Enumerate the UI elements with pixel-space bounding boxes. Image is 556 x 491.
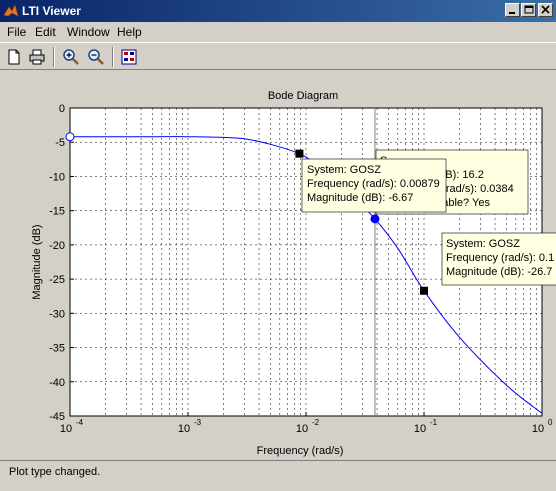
y-tick-label: -20 [49,240,65,252]
menu-file[interactable]: File [7,25,26,39]
y-tick-label: -35 [49,343,65,355]
zoom-in-icon[interactable] [61,47,81,67]
toolbar-separator [53,47,55,67]
datatip-line: Magnitude (dB): -26.7 [446,266,552,278]
y-tick-label: -5 [55,137,65,149]
menu-window[interactable]: Window [67,25,110,39]
print-icon[interactable] [27,47,47,67]
y-tick-label: -25 [49,274,65,286]
minimize-button[interactable] [505,3,520,17]
datatip-line: System: GOSZ [307,164,381,176]
y-axis-label: Magnitude (dB) [31,224,43,299]
menu-edit[interactable]: Edit [35,25,56,39]
x-tick-exponent: -2 [312,418,320,427]
new-document-icon[interactable] [4,47,24,67]
y-tick-label: -10 [49,171,65,183]
start-point-marker [65,132,75,142]
zoom-out-icon[interactable] [86,47,106,67]
x-tick-label: 10 [414,423,426,435]
x-tick-exponent: -1 [430,418,438,427]
status-bar: Plot type changed. [0,460,556,491]
toolbar-separator [112,47,114,67]
datatip-marker [295,149,304,158]
y-tick-label: -45 [49,411,65,423]
close-icon [541,5,550,14]
bode-plot[interactable]: Bode Diagram 0-5-10-15-20-25-30-35-40-45… [0,72,556,457]
x-tick-label: 10 [178,423,190,435]
y-tick-label: -40 [49,377,65,389]
datatip-line: Magnitude (dB): -6.67 [307,192,413,204]
datatip-line: Frequency (rad/s): 0.1 [446,252,554,264]
x-tick-exponent: -4 [76,418,84,427]
datatip-line: Frequency (rad/s): 0.00879 [307,178,440,190]
datatip-marker [420,286,428,295]
x-tick-label: 10 [532,423,544,435]
y-tick-label: -30 [49,308,65,320]
figure-area: Bode Diagram 0 -5 -10 -15 -20 -25 -30 -35 -40 -45… [0,72,556,457]
status-text: Plot type changed. [9,466,101,478]
x-axis-label: Frequency (rad/s) [257,445,344,457]
crosshair-point-marker [370,214,380,224]
x-tick-label: 10 [60,423,72,435]
window-titlebar: LTI Viewer [0,0,556,22]
x-tick-exponent: 0 [548,418,553,427]
datatip-gosz-0.1[interactable]: System: GOSZ Frequency (rad/s): 0.1 Magn… [441,232,556,286]
toolbar [0,42,556,70]
datatip-line: System: GOSZ [446,238,520,250]
maximize-icon [524,5,534,14]
window-title: LTI Viewer [22,4,81,18]
x-tick-label: 10 [296,423,308,435]
datatip-gosz-0.00879[interactable]: System: GOSZ Frequency (rad/s): 0.00879 … [301,158,447,213]
plot-title: Bode Diagram [268,90,338,102]
x-tick-exponent: -3 [194,418,202,427]
minimize-icon [509,12,515,14]
y-tick-label: 0 [59,103,65,115]
menu-bar: File Edit Window Help [0,22,556,42]
menu-help[interactable]: Help [117,25,142,39]
matlab-logo-icon [3,4,19,17]
y-tick-label: -15 [49,206,65,218]
grid-layout-icon[interactable] [119,47,139,67]
close-button[interactable] [538,3,553,17]
maximize-button[interactable] [521,3,536,17]
